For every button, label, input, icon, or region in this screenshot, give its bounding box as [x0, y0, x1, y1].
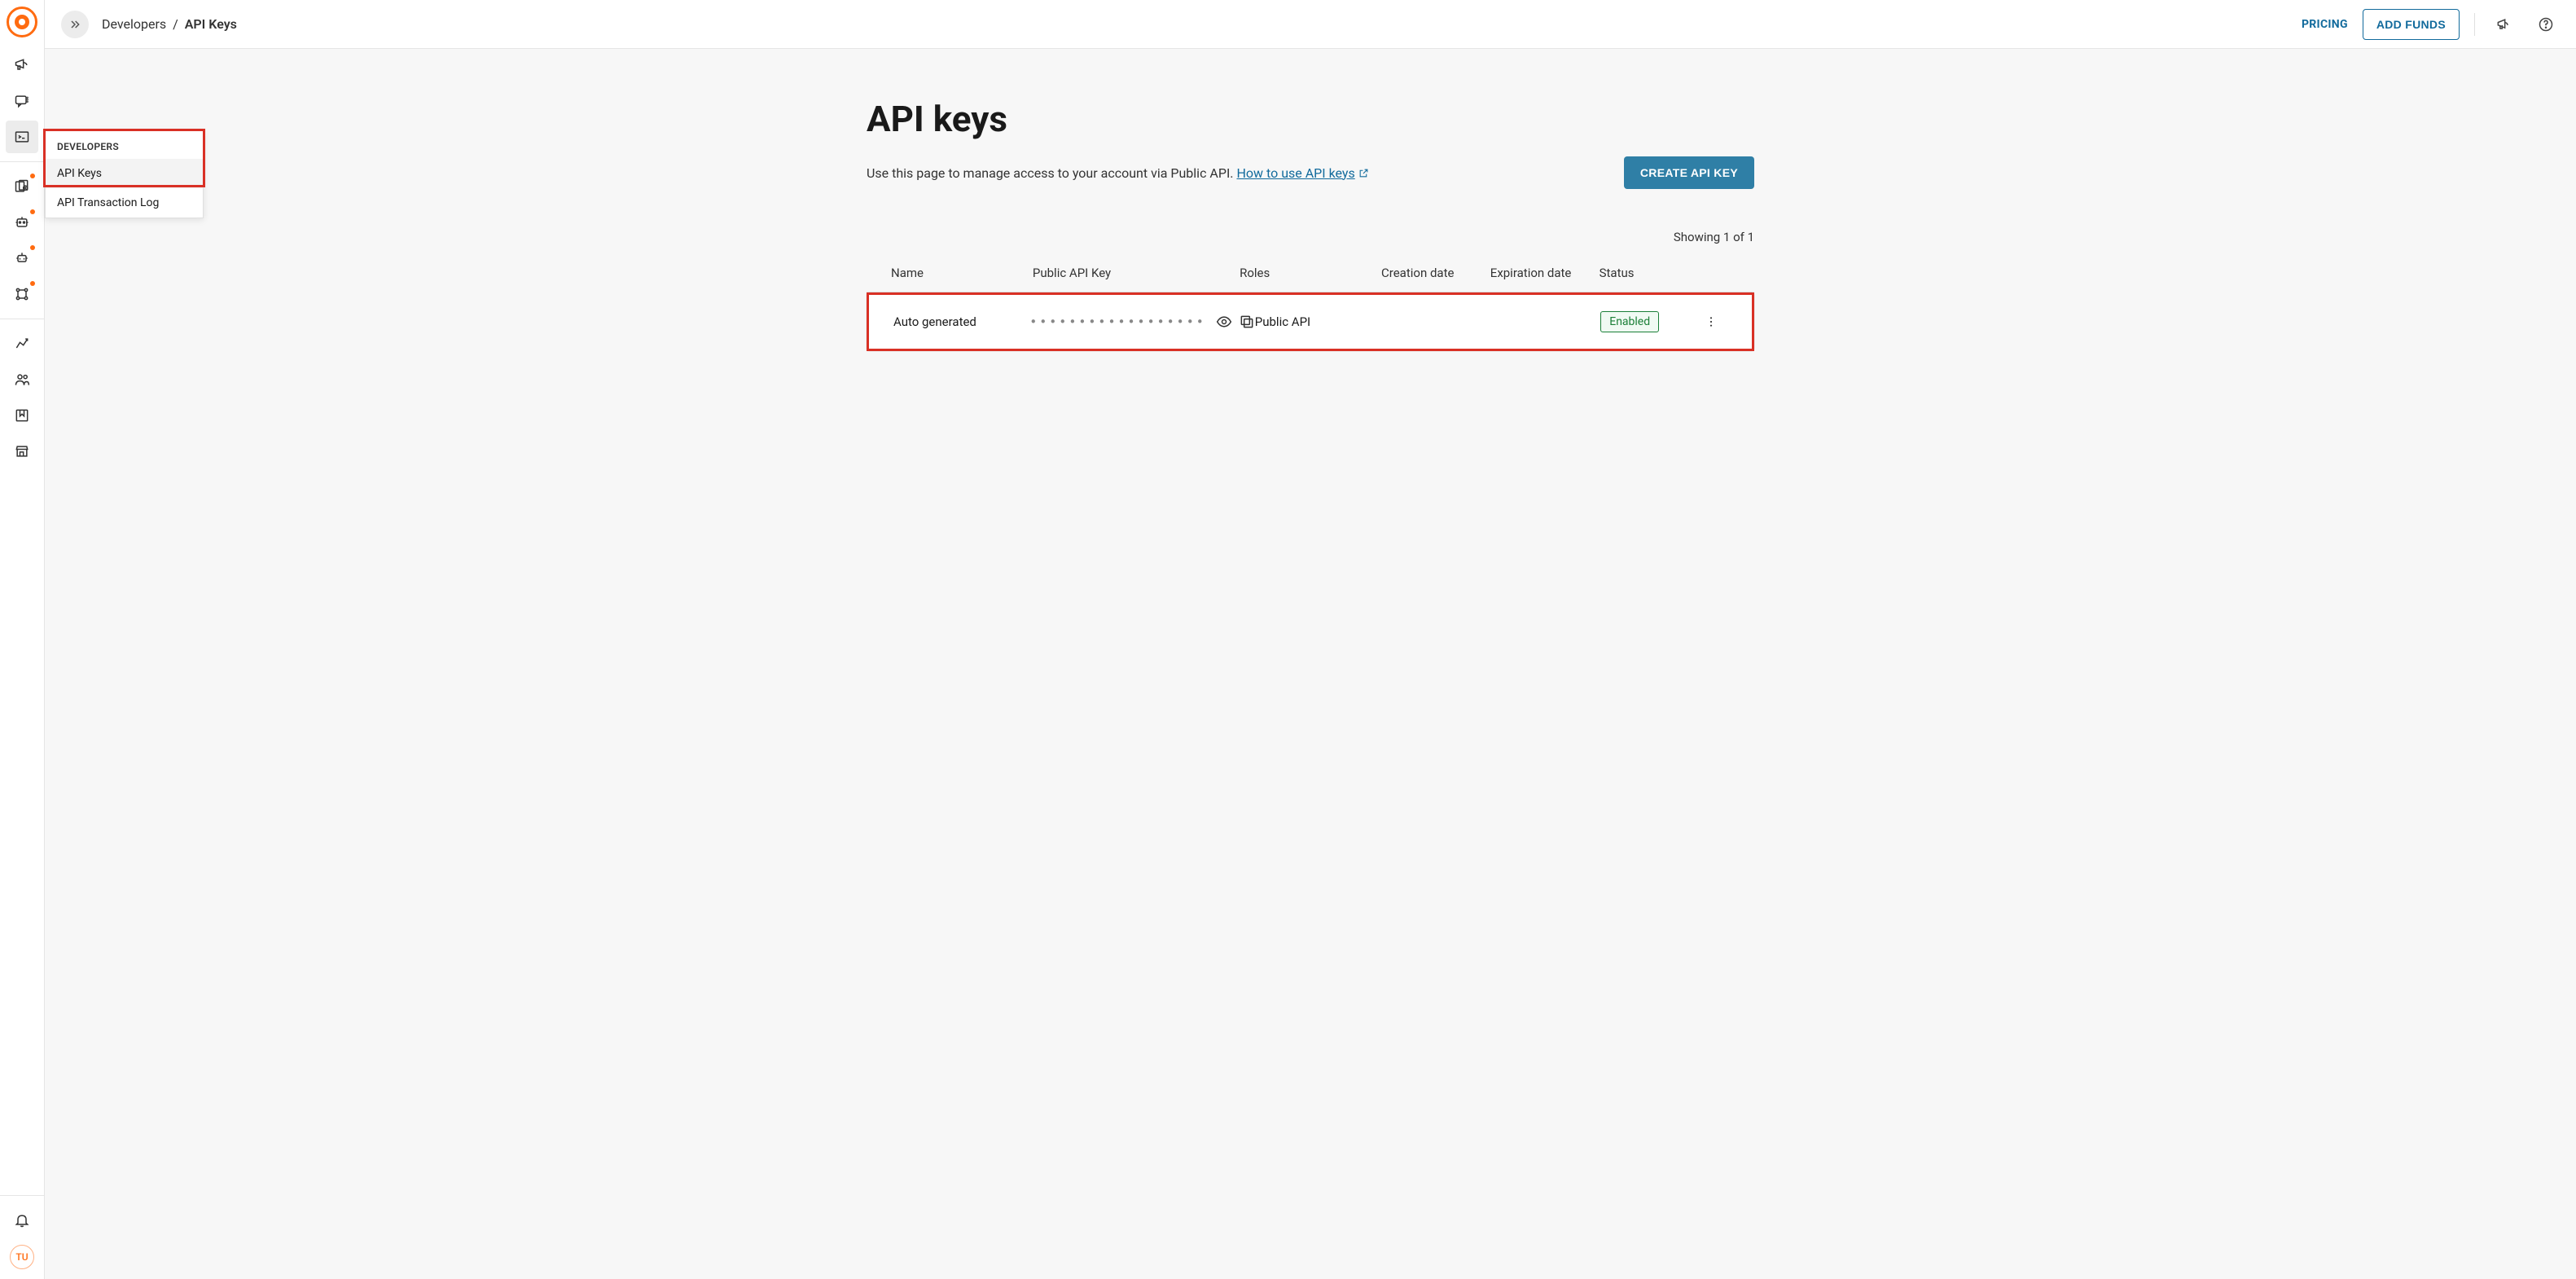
subtitle-text: Use this page to manage access to your a… — [867, 165, 1236, 181]
help-icon — [2538, 16, 2554, 33]
table-header-row: Name Public API Key Roles Creation date … — [867, 254, 1754, 292]
announcements-button[interactable] — [2490, 11, 2517, 38]
sidebar-nav-item-5[interactable] — [6, 206, 38, 239]
bot-icon — [14, 214, 30, 231]
sidebar-nav-item-1[interactable] — [6, 49, 38, 81]
sidebar-nav-item-bookmarks[interactable] — [6, 399, 38, 432]
store-icon — [14, 443, 30, 459]
row-actions-menu[interactable] — [1695, 315, 1727, 328]
people-icon — [14, 371, 30, 388]
breadcrumb-current: API Keys — [185, 16, 237, 32]
sidebar-nav-item-2[interactable] — [6, 85, 38, 117]
col-status: Status — [1600, 266, 1697, 280]
submenu-item-api-keys[interactable]: API Keys — [46, 159, 203, 188]
sidebar-nav-item-6[interactable] — [6, 242, 38, 275]
col-creation: Creation date — [1381, 266, 1490, 280]
submenu-header: DEVELOPERS — [46, 131, 203, 159]
sidebar-notifications[interactable] — [6, 1204, 38, 1237]
col-name: Name — [891, 266, 1033, 280]
showing-count: Showing 1 of 1 — [867, 230, 1754, 244]
sidebar-nav-item-4[interactable] — [6, 170, 38, 203]
col-key: Public API Key — [1033, 266, 1240, 280]
bookmark-icon — [14, 407, 30, 424]
copy-key-button[interactable] — [1239, 314, 1255, 330]
breadcrumb-separator: / — [173, 16, 178, 32]
kebab-icon — [1705, 315, 1718, 328]
sidebar-nav-item-contacts[interactable] — [6, 363, 38, 396]
divider — [2474, 13, 2475, 36]
help-button[interactable] — [2532, 11, 2560, 38]
chevron-double-right-icon — [68, 18, 81, 31]
templates-icon — [14, 178, 30, 195]
api-keys-table: Name Public API Key Roles Creation date … — [867, 254, 1754, 351]
cell-name: Auto generated — [893, 314, 1029, 329]
app-logo[interactable] — [7, 7, 37, 37]
breadcrumb-parent[interactable]: Developers — [102, 16, 166, 32]
table-row[interactable]: Auto generated •••••••••••••••••• — [867, 292, 1754, 351]
how-to-use-link[interactable]: How to use API keys — [1236, 165, 1354, 181]
eye-icon — [1216, 314, 1232, 330]
submenu-item-api-transaction-log[interactable]: API Transaction Log — [46, 188, 203, 218]
sidebar-nav-item-analytics[interactable] — [6, 327, 38, 360]
breadcrumb: Developers / API Keys — [102, 16, 237, 32]
copy-icon — [1239, 314, 1255, 330]
sidebar-nav-item-7[interactable] — [6, 278, 38, 310]
page-title: API keys — [867, 98, 1754, 140]
external-link-icon — [1358, 168, 1369, 178]
campaigns-icon — [14, 57, 30, 73]
chat-icon — [14, 93, 30, 109]
megaphone-icon — [2495, 16, 2512, 33]
bell-icon — [14, 1212, 30, 1228]
expand-sidebar-button[interactable] — [61, 11, 89, 38]
sidebar-nav-item-store[interactable] — [6, 435, 38, 468]
chart-icon — [14, 336, 30, 352]
sidebar: TU DEVELOPERS API Keys API Transaction L… — [0, 0, 45, 1279]
robot2-icon — [14, 250, 30, 266]
masked-key: •••••••••••••••••• — [1029, 314, 1206, 329]
pricing-link[interactable]: PRICING — [2302, 18, 2348, 31]
developers-submenu: DEVELOPERS API Keys API Transaction Log — [45, 130, 204, 218]
add-funds-button[interactable]: ADD FUNDS — [2363, 9, 2460, 40]
col-expiration: Expiration date — [1490, 266, 1600, 280]
create-api-key-button[interactable]: CREATE API KEY — [1624, 156, 1754, 189]
page-subtitle: Use this page to manage access to your a… — [867, 165, 1369, 181]
status-badge: Enabled — [1600, 311, 1659, 332]
topbar: Developers / API Keys PRICING ADD FUNDS — [45, 0, 2576, 49]
cell-roles: Public API — [1255, 314, 1391, 329]
reveal-key-button[interactable] — [1216, 314, 1232, 330]
cell-status: Enabled — [1600, 311, 1695, 332]
col-roles: Roles — [1240, 266, 1381, 280]
flow-icon — [14, 286, 30, 302]
sidebar-nav-item-developers[interactable] — [6, 121, 38, 153]
terminal-icon — [14, 129, 30, 145]
user-avatar[interactable]: TU — [10, 1245, 34, 1269]
cell-key: •••••••••••••••••• — [1029, 314, 1255, 330]
